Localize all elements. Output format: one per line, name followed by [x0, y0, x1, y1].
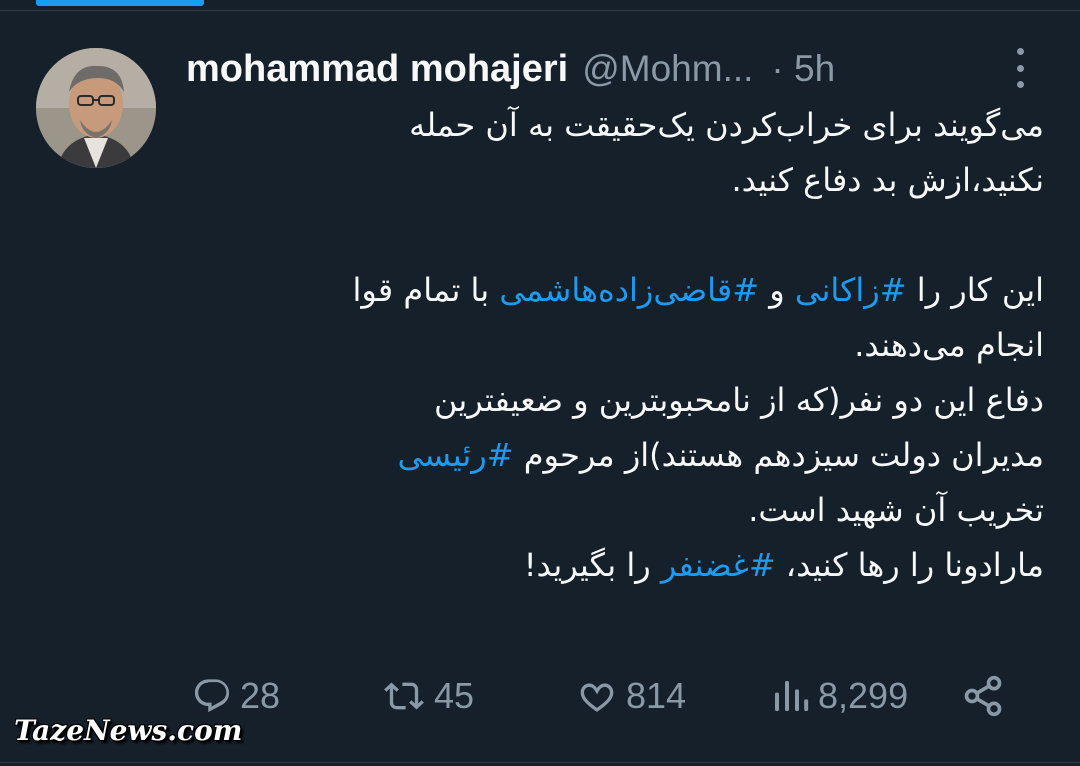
tweet-text-span: مدیران دولت سیزدهم هستند)از مرحوم: [513, 436, 1044, 474]
tweet-timestamp[interactable]: · 5h: [771, 48, 835, 90]
tweet-text-span: این کار را: [906, 271, 1044, 309]
tweet-text-span: و: [759, 271, 795, 309]
hashtag-link[interactable]: #غضنفر: [661, 546, 776, 584]
retweet-count: 45: [434, 675, 475, 716]
tweet-text: می‌گویند برای خراب‌کردن یک‌حقیقت به آن ح…: [186, 98, 1045, 593]
tweet-text-span: مارادونا را رها کنید،: [775, 546, 1044, 584]
tweet-line: این کار را #زاکانی و #قاضی‌زاده‌هاشمی با…: [186, 263, 1045, 318]
tweet-actions: 28 45 814 8,299: [186, 668, 1016, 724]
share-button[interactable]: [960, 668, 1006, 724]
heart-icon: [580, 683, 614, 712]
tweet-line: تخریب آن شهید است.: [748, 491, 1044, 529]
avatar[interactable]: [36, 48, 156, 168]
like-button[interactable]: 814: [576, 668, 686, 724]
display-name[interactable]: mohammad mohajeri: [186, 48, 568, 91]
retweet-button[interactable]: 45: [382, 668, 474, 724]
tweet-header: mohammad mohajeri @Mohm... · 5h: [186, 44, 1046, 94]
views-count: 8,299: [818, 675, 909, 716]
tweet-line: دفاع این دو نفر(که از نامحبوبترین و ضعیف…: [433, 381, 1044, 419]
tweet-text-span: با تمام قوا: [352, 271, 500, 309]
tweet-line: انجام می‌دهند.: [854, 326, 1044, 364]
reply-icon: [194, 679, 230, 713]
watermark-logo: TazeNews.com: [14, 714, 243, 747]
tweet-text-span: را بگیرید!: [523, 546, 661, 584]
tweet-line: مدیران دولت سیزدهم هستند)از مرحوم #رئیسی: [186, 428, 1045, 483]
avatar-photo: [36, 48, 156, 168]
reply-count: 28: [240, 675, 281, 716]
progress-bar-track: [0, 0, 1080, 8]
tweet-line: مارادونا را رها کنید، #غضنفر را بگیرید!: [186, 538, 1044, 593]
views-button[interactable]: 8,299: [770, 668, 908, 724]
share-icon: [964, 675, 1002, 717]
hashtag-link[interactable]: #قاضی‌زاده‌هاشمی: [499, 271, 759, 309]
like-count: 814: [626, 675, 687, 716]
tweet-line: نکنید،ازش بد دفاع کنید.: [731, 161, 1044, 199]
user-handle[interactable]: @Mohm...: [582, 48, 753, 90]
retweet-icon: [384, 682, 424, 710]
top-divider: [0, 10, 1080, 11]
bottom-divider: [0, 762, 1080, 763]
more-vertical-icon[interactable]: [1006, 48, 1034, 88]
hashtag-link[interactable]: #زاکانی: [795, 271, 907, 309]
tweet-line: می‌گویند برای خراب‌کردن یک‌حقیقت به آن ح…: [409, 106, 1044, 144]
views-icon: [775, 681, 809, 711]
hashtag-link[interactable]: #رئیسی: [398, 436, 514, 474]
progress-bar-fill: [36, 0, 204, 6]
